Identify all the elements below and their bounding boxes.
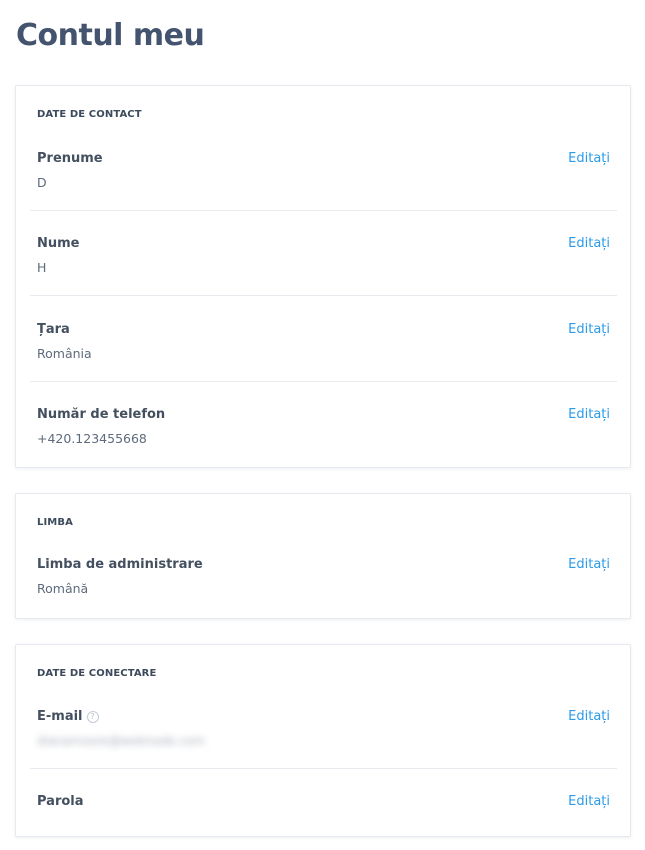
- edit-email-link[interactable]: Editați: [568, 708, 610, 726]
- edit-admin-language-link[interactable]: Editați: [568, 556, 610, 574]
- edit-phone-link[interactable]: Editați: [568, 406, 610, 424]
- password-label: Parola: [37, 794, 84, 809]
- question-circle-icon[interactable]: ?: [86, 711, 99, 723]
- phone-value: +420.123455668: [37, 431, 147, 446]
- phone-label: Număr de telefon: [37, 407, 166, 422]
- email-value: dianamoore@webnode.com: [37, 734, 205, 748]
- login-details-header: DATE DE CONECTARE: [37, 668, 157, 679]
- language-header: LIMBA: [37, 517, 73, 528]
- country-field: Țara România Editați: [30, 321, 616, 361]
- email-field: E-mail? dianamoore@webnode.com Editați: [30, 708, 616, 748]
- edit-country-link[interactable]: Editați: [568, 321, 610, 339]
- password-field: Parola Editați: [30, 793, 616, 813]
- admin-language-field: Limba de administrare Română Editați: [30, 556, 616, 596]
- contact-details-card: DATE DE CONTACT Prenume D Editați Nume H…: [15, 85, 631, 468]
- divider: [30, 768, 617, 769]
- edit-last-name-link[interactable]: Editați: [568, 235, 610, 253]
- admin-language-value: Română: [37, 581, 89, 596]
- last-name-label: Nume: [37, 236, 80, 251]
- edit-password-link[interactable]: Editați: [568, 793, 610, 811]
- divider: [30, 381, 617, 382]
- divider: [30, 210, 617, 211]
- login-details-card: DATE DE CONECTARE E-mail? dianamoore@web…: [15, 644, 631, 837]
- first-name-label: Prenume: [37, 151, 103, 166]
- first-name-field: Prenume D Editați: [30, 150, 616, 190]
- last-name-field: Nume H Editați: [30, 235, 616, 275]
- edit-first-name-link[interactable]: Editați: [568, 150, 610, 168]
- admin-language-label: Limba de administrare: [37, 557, 203, 572]
- country-value: România: [37, 346, 92, 361]
- phone-field: Număr de telefon +420.123455668 Editați: [30, 406, 616, 446]
- contact-details-header: DATE DE CONTACT: [37, 109, 142, 120]
- language-card: LIMBA Limba de administrare Română Edita…: [15, 493, 631, 619]
- country-label: Țara: [37, 322, 70, 337]
- email-label-group: E-mail?: [37, 708, 99, 726]
- email-label: E-mail: [37, 709, 83, 724]
- divider: [30, 295, 617, 296]
- first-name-value: D: [37, 175, 47, 190]
- last-name-value: H: [37, 260, 47, 275]
- page-title: Contul meu: [16, 18, 205, 53]
